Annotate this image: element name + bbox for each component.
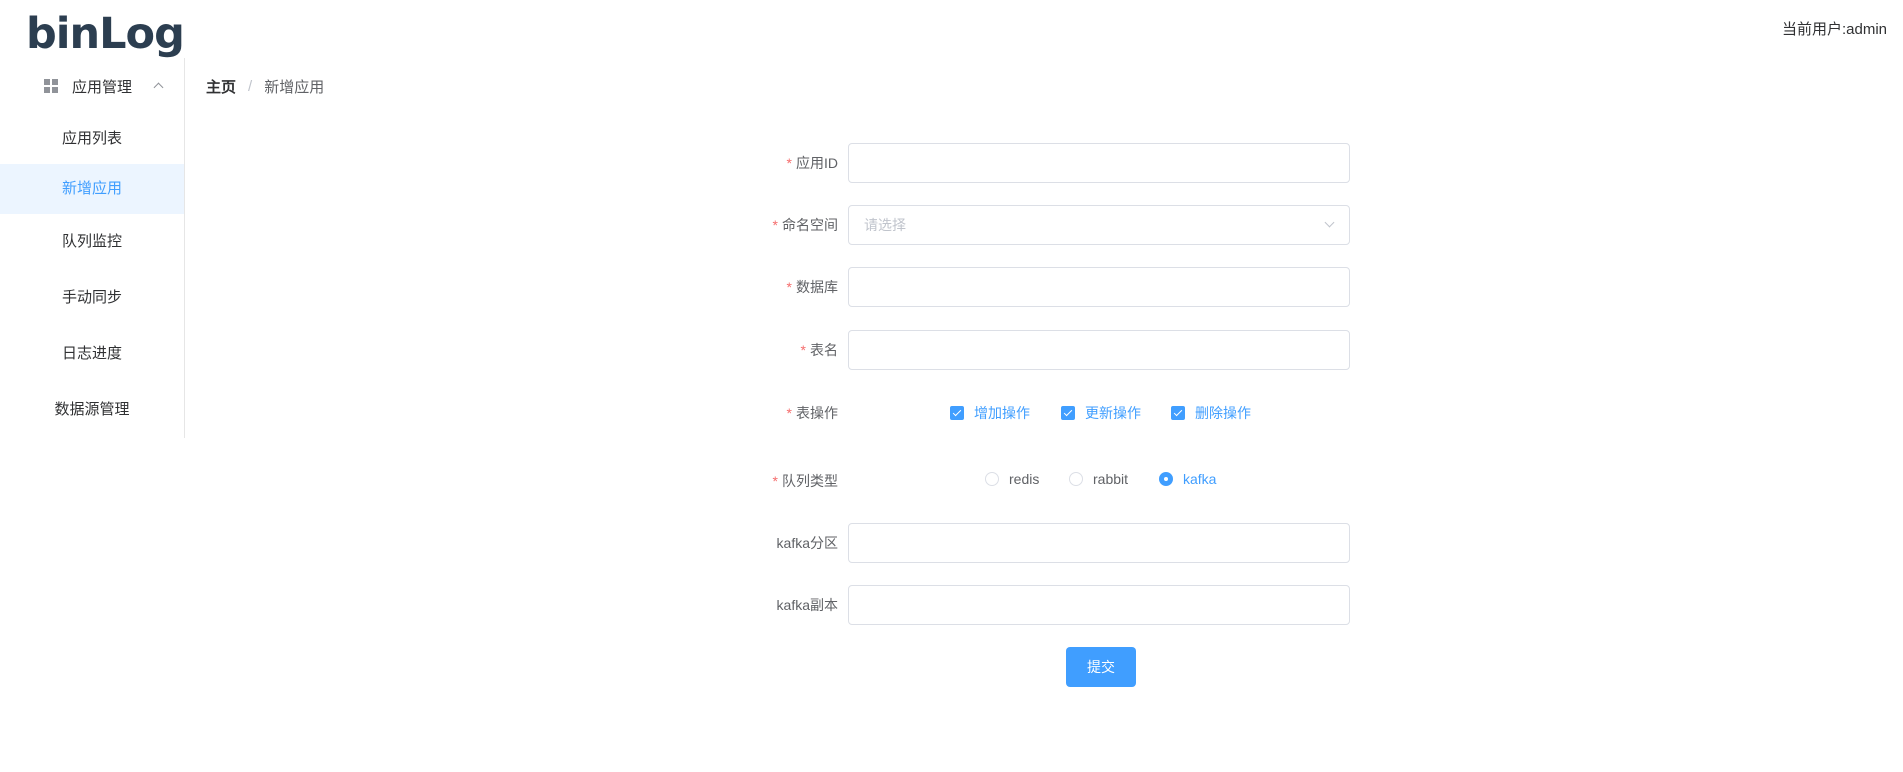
app-id-label: * 应用ID <box>638 153 838 173</box>
sidebar-item-datasource-management[interactable]: 数据源管理 <box>0 382 184 438</box>
radio-unchecked-icon <box>985 472 999 486</box>
checkbox-update-op[interactable]: 更新操作 <box>1061 403 1141 423</box>
submit-button[interactable]: 提交 <box>1066 647 1136 687</box>
sidebar-item-queue-monitor[interactable]: 队列监控 <box>0 214 184 270</box>
sidebar-item-new-app[interactable]: 新增应用 <box>0 164 184 214</box>
sidebar-group-app-management[interactable]: 应用管理 <box>0 58 184 114</box>
checkbox-insert-op[interactable]: 增加操作 <box>950 403 1030 423</box>
required-mark: * <box>786 405 792 421</box>
sidebar-group-label: 应用管理 <box>72 78 133 96</box>
table-name-input[interactable] <box>848 330 1350 370</box>
radio-redis-label: redis <box>1009 471 1040 487</box>
radio-unchecked-icon <box>1069 472 1083 486</box>
kafka-replica-input[interactable] <box>848 585 1350 625</box>
required-mark: * <box>786 155 792 171</box>
app-id-label-text: 应用ID <box>796 155 838 171</box>
namespace-label-text: 命名空间 <box>782 217 838 233</box>
sidebar: 应用管理 应用列表 新增应用 队列监控 手动同步 日志进度 数据源管理 <box>0 58 185 438</box>
breadcrumb-home[interactable]: 主页 <box>206 76 236 97</box>
radio-kafka-label: kafka <box>1183 471 1217 487</box>
breadcrumb: 主页 / 新增应用 <box>206 76 324 97</box>
checkbox-checked-icon <box>1171 406 1185 420</box>
radio-rabbit[interactable]: rabbit <box>1069 471 1128 487</box>
grid-icon <box>44 79 58 93</box>
radio-checked-icon <box>1159 472 1173 486</box>
required-mark: * <box>772 217 778 233</box>
sidebar-item-manual-sync[interactable]: 手动同步 <box>0 270 184 326</box>
breadcrumb-current: 新增应用 <box>264 79 325 96</box>
database-label-text: 数据库 <box>796 279 838 295</box>
app-id-input[interactable] <box>848 143 1350 183</box>
checkbox-update-op-label: 更新操作 <box>1085 405 1141 421</box>
current-user-label: 当前用户:admin <box>1781 21 1887 38</box>
app-logo: binLog <box>26 9 185 59</box>
required-mark: * <box>772 473 778 489</box>
chevron-down-icon <box>1324 217 1335 228</box>
required-mark: * <box>786 279 792 295</box>
kafka-partition-label: kafka分区 <box>776 535 838 551</box>
queue-type-label-text: 队列类型 <box>782 473 838 489</box>
checkbox-checked-icon <box>950 406 964 420</box>
chevron-up-icon[interactable] <box>153 82 164 93</box>
checkbox-delete-op-label: 删除操作 <box>1195 405 1251 421</box>
checkbox-insert-op-label: 增加操作 <box>974 405 1030 421</box>
kafka-replica-label: kafka副本 <box>776 597 838 613</box>
checkbox-delete-op[interactable]: 删除操作 <box>1171 403 1251 423</box>
sidebar-item-log-progress[interactable]: 日志进度 <box>0 326 184 382</box>
namespace-select-placeholder: 请选择 <box>864 217 906 233</box>
app-header: binLog 当前用户:admin <box>0 0 1903 59</box>
namespace-label: * 命名空间 <box>638 215 838 235</box>
radio-kafka[interactable]: kafka <box>1159 471 1216 487</box>
database-label: * 数据库 <box>638 277 838 297</box>
checkbox-checked-icon <box>1061 406 1075 420</box>
breadcrumb-separator: / <box>248 78 253 95</box>
radio-redis[interactable]: redis <box>985 471 1039 487</box>
table-ops-label: * 表操作 <box>638 403 838 423</box>
sidebar-item-app-list[interactable]: 应用列表 <box>0 114 184 164</box>
namespace-select[interactable]: 请选择 <box>848 205 1350 245</box>
table-ops-label-text: 表操作 <box>796 405 838 421</box>
kafka-partition-input[interactable] <box>848 523 1350 563</box>
radio-rabbit-label: rabbit <box>1093 471 1129 487</box>
database-input[interactable] <box>848 267 1350 307</box>
table-name-label: * 表名 <box>638 340 838 360</box>
queue-type-label: * 队列类型 <box>638 471 838 491</box>
table-name-label-text: 表名 <box>810 342 838 358</box>
required-mark: * <box>800 342 806 358</box>
